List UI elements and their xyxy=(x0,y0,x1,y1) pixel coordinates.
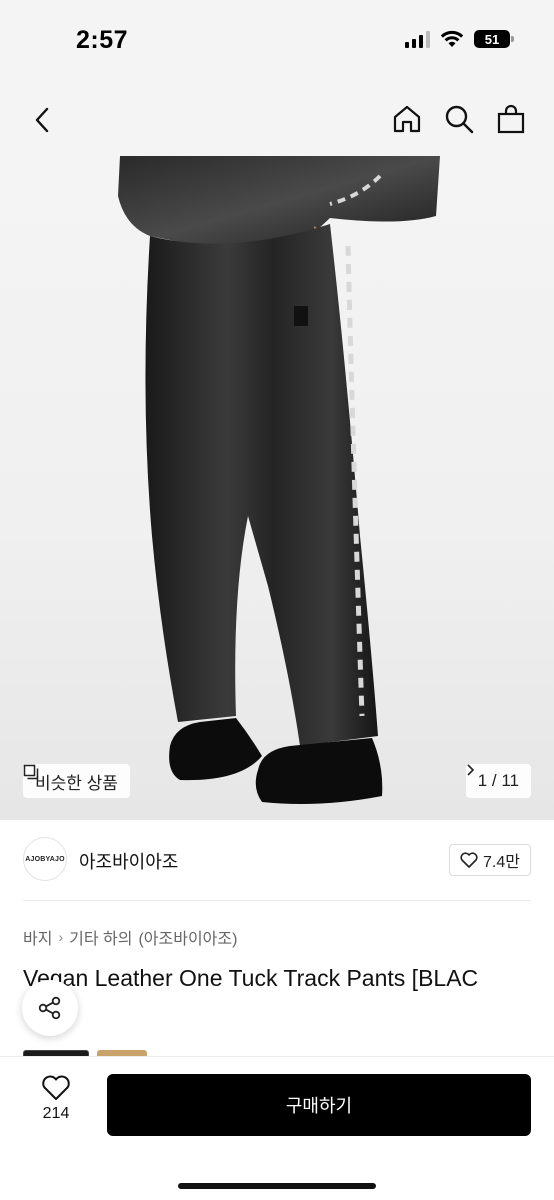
breadcrumb: 바지 › 기타 하의 (아조바이아조) xyxy=(23,925,237,949)
buy-button[interactable]: 구매하기 xyxy=(107,1074,531,1136)
shop-info-row: AJOBYAJO 아조바이아조 7.4만 xyxy=(0,820,554,900)
shop-avatar-text: AJOBYAJO xyxy=(25,855,65,863)
heart-outline-icon xyxy=(460,852,478,868)
chevron-right-icon xyxy=(467,764,474,776)
home-button[interactable] xyxy=(390,102,424,136)
breadcrumb-level1[interactable]: 바지 xyxy=(23,925,52,949)
wishlist-button[interactable]: 214 xyxy=(28,1075,84,1123)
share-button[interactable] xyxy=(22,980,78,1036)
shop-like-button[interactable]: 7.4만 xyxy=(449,844,531,876)
shop-avatar[interactable]: AJOBYAJO xyxy=(23,837,67,881)
chevron-left-icon xyxy=(35,107,49,133)
shop-like-count: 7.4만 xyxy=(483,854,520,871)
product-title: Vegan Leather One Tuck Track Pants [BLAC xyxy=(23,965,479,991)
product-photo xyxy=(118,156,440,804)
signal-icon xyxy=(405,30,430,48)
shopping-bag-icon xyxy=(497,104,525,134)
battery-icon: 51 xyxy=(474,30,514,48)
heart-outline-icon xyxy=(42,1075,70,1100)
search-icon xyxy=(445,105,474,134)
chevron-right-icon: › xyxy=(58,929,64,945)
breadcrumb-shop-suffix: (아조바이아조) xyxy=(138,931,238,948)
shop-name[interactable]: 아조바이아조 xyxy=(79,848,178,874)
home-indicator xyxy=(178,1183,376,1189)
nav-actions xyxy=(390,102,528,136)
wifi-icon xyxy=(440,30,464,47)
wishlist-count: 214 xyxy=(42,1105,70,1122)
image-page-counter[interactable]: 1 / 11 xyxy=(465,764,531,798)
home-icon xyxy=(393,105,421,133)
similar-items-icon xyxy=(23,764,39,780)
breadcrumb-level2[interactable]: 기타 하의 xyxy=(69,925,132,949)
status-icons: 51 xyxy=(405,30,514,48)
status-time: 2:57 xyxy=(76,26,129,54)
back-button[interactable] xyxy=(24,102,60,138)
cart-button[interactable] xyxy=(494,102,528,136)
battery-level: 51 xyxy=(484,31,500,47)
share-icon xyxy=(38,996,61,1020)
search-button[interactable] xyxy=(442,102,476,136)
status-bar: 2:57 51 xyxy=(0,0,554,84)
product-image-gallery[interactable]: 비슷한 상품 1 / 11 xyxy=(0,156,554,820)
section-divider xyxy=(23,900,531,901)
page-counter-text: 1 / 11 xyxy=(477,771,519,790)
similar-products-label: 비슷한 상품 xyxy=(35,773,118,793)
nav-bar xyxy=(0,84,554,156)
bottom-action-bar: 214 구매하기 xyxy=(0,1056,554,1200)
similar-products-button[interactable]: 비슷한 상품 xyxy=(23,764,130,798)
